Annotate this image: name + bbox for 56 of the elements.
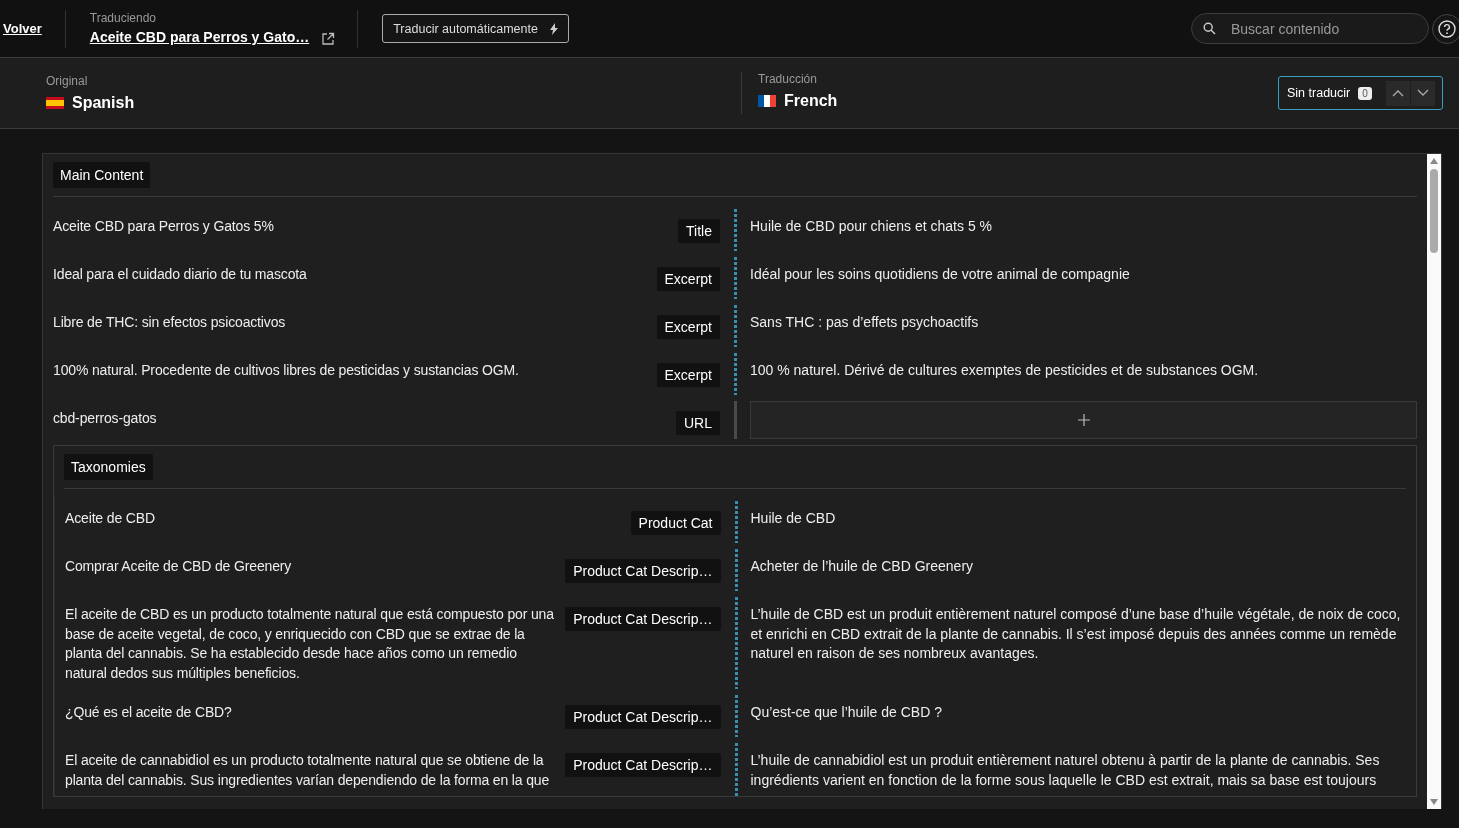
field-tag: Product Cat [630, 511, 721, 535]
back-link[interactable]: Volver [3, 21, 42, 36]
translation-text[interactable]: Idéal pour les soins quotidiens de votre animal de compagnie [750, 265, 1417, 285]
source-text: cbd-perros-gatos [53, 409, 158, 428]
language-label: Traducción [758, 72, 818, 86]
language-name: Spanish [72, 94, 135, 112]
source-text: Aceite CBD para Perros y Gatos 5% [53, 217, 275, 236]
translation-text[interactable]: L’huile de CBD est un produit entièrement naturel composé d’une base d’huile végétale, de noix de coco, et enrichi en CBD extrait de la plante de cannabis. Il s’est imposé depuis des années comme un remède naturel en raison de ses nombreux avantages. [750, 605, 1406, 664]
field-tag: Title [678, 219, 720, 243]
translation-text[interactable]: 100 % naturel. Dérivé de cultures exemptes de pesticides et de substances OGM. [750, 361, 1417, 381]
filter-label: Sin traducir [1287, 86, 1351, 100]
field-tag: Excerpt [656, 315, 720, 339]
field-tag: Product Cat Descrip… [565, 753, 721, 777]
translation-text[interactable]: Huile de CBD pour chiens et chats 5 % [750, 217, 1417, 237]
previous-button[interactable] [1385, 80, 1411, 106]
france-flag-icon [758, 95, 776, 107]
source-text: Libre de THC: sin efectos psicoactivos [53, 313, 287, 332]
field-tag: Product Cat Descrip… [565, 705, 721, 729]
source-text: Comprar Aceite de CBD de Greenery [65, 557, 293, 576]
source-text: El aceite de cannabidiol es un producto totalmente natural que se obtiene de la planta del cannabis. Sus ingredientes varían dependiendo de la forma en la que [65, 751, 551, 790]
field-tag: Product Cat Descrip… [565, 607, 721, 631]
plus-icon [1077, 414, 1090, 426]
source-text: Aceite de CBD [65, 509, 156, 528]
source-text: 100% natural. Procedente de cultivos libres de pesticidas y sustancias OGM. [53, 361, 520, 380]
translation-text[interactable]: Acheter de l’huile de CBD Greenery [750, 557, 1406, 577]
field-tag: URL [676, 411, 720, 435]
auto-translate-button[interactable]: Traducir automáticamente [382, 14, 569, 43]
scrollbar-thumb[interactable] [1430, 169, 1438, 253]
context-label: Traduciendo [89, 11, 158, 25]
lightning-icon [549, 22, 558, 35]
scrollbar[interactable] [1427, 154, 1441, 809]
language-label: Original [46, 74, 89, 88]
field-tag: Excerpt [656, 363, 720, 387]
help-icon[interactable] [1431, 12, 1459, 45]
next-button[interactable] [1410, 80, 1436, 106]
document-title-link[interactable]: Aceite CBD para Perros y Gato… [89, 29, 310, 45]
language-name: French [784, 92, 838, 110]
field-tag: Excerpt [656, 267, 720, 291]
chevron-down-icon [1416, 89, 1429, 97]
translation-text[interactable]: Sans THC : pas d’effets psychoactifs [750, 313, 1417, 333]
source-text: ¿Qué es el aceite de CBD? [65, 703, 233, 722]
translation-text[interactable]: L’huile de cannabidiol est un produit entièrement naturel obtenu à partir de la plante de cannabis. Ses ingrédients varient en fonction de la forme sous laquelle le CBD est extrait, mais sa base est toujours [750, 751, 1406, 790]
search-field[interactable]: Buscar contenido [1191, 13, 1429, 44]
spain-flag-icon [46, 97, 64, 109]
section-title: Main Content [53, 162, 151, 188]
translation-text[interactable]: Huile de CBD [750, 509, 1406, 529]
chevron-up-icon [1391, 89, 1404, 97]
scroll-up-icon[interactable] [1429, 157, 1439, 165]
scroll-down-icon[interactable] [1429, 798, 1439, 806]
section-title: Taxonomies [64, 454, 153, 480]
count-badge: 0 [1358, 86, 1372, 100]
source-text: El aceite de CBD es un producto totalmente natural que está compuesto por una base de aceite vegetal, de coco, y enriquecido con CBD que se extrae de la planta del cannabis. Se ha establecido desde hace años como un remedio natural dedos sus múltiples beneficios. [65, 605, 555, 683]
external-link-icon[interactable] [321, 32, 336, 46]
translation-text[interactable]: Qu’est-ce que l’huile de CBD ? [750, 703, 1406, 723]
source-text: Ideal para el cuidado diario de tu mascota [53, 265, 308, 284]
field-tag: Product Cat Descrip… [565, 559, 721, 583]
